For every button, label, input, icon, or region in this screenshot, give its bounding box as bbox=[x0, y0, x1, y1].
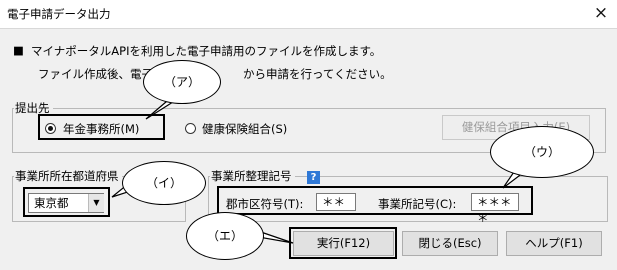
callout-i: （イ） bbox=[122, 161, 206, 205]
callout-u: （ウ） bbox=[490, 126, 594, 178]
callout-e: （エ） bbox=[186, 212, 264, 260]
callout-a: （ア） bbox=[143, 60, 221, 104]
